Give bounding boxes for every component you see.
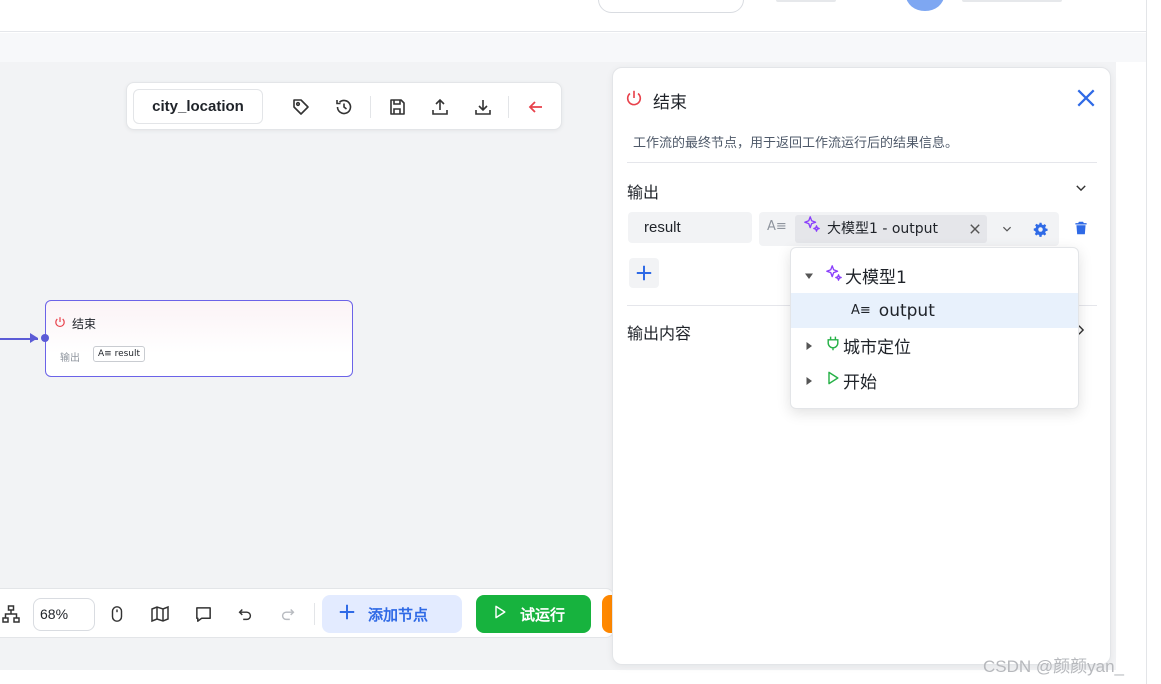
plus-icon	[338, 603, 356, 625]
header-menu-item[interactable]	[776, 0, 836, 2]
layout-tree-icon[interactable]	[0, 603, 22, 625]
save-icon[interactable]	[385, 95, 409, 119]
node-output-chip: A≡ result	[93, 346, 146, 362]
upload-icon[interactable]	[428, 95, 452, 119]
canvas-top-gap	[0, 33, 1146, 62]
tree-item-label: output	[878, 300, 935, 321]
chevron-down-icon[interactable]	[1073, 180, 1089, 196]
top-header	[0, 0, 1146, 32]
tree-item-llm1[interactable]: 大模型1	[791, 258, 1078, 293]
node-header: 结束	[54, 315, 96, 332]
play-icon	[825, 369, 841, 392]
history-icon[interactable]	[332, 95, 356, 119]
download-icon[interactable]	[471, 95, 495, 119]
section-divider	[627, 162, 1097, 163]
play-icon	[492, 604, 508, 624]
sparkles-icon	[803, 215, 821, 243]
toolbar-divider	[370, 96, 371, 118]
watermark: CSDN @颜颜yan_	[983, 657, 1125, 676]
undo-icon[interactable]	[234, 603, 256, 625]
selected-value-label: 大模型1 - output	[827, 221, 939, 237]
edge-arrowhead	[30, 333, 38, 343]
node-output-label: 输出	[60, 353, 80, 364]
node-output-var: result	[114, 349, 141, 359]
close-icon[interactable]	[1073, 85, 1099, 111]
power-icon	[54, 316, 66, 331]
end-node[interactable]: 结束 输出 A≡ result	[45, 300, 353, 377]
test-run-label: 试运行	[520, 605, 566, 624]
variable-tree-dropdown: 大模型1 A≡ output 城市定位 开始	[790, 247, 1079, 409]
text-type-icon: A≡	[851, 303, 871, 318]
text-type-icon: A≡	[767, 219, 787, 234]
add-node-label: 添加节点	[368, 605, 429, 624]
output-section-title[interactable]: 输出	[627, 179, 659, 203]
redo-icon[interactable]	[277, 603, 299, 625]
canvas-bottom-toolbar: 68% 添加节点 试运行	[0, 588, 614, 638]
sparkles-icon	[825, 264, 843, 287]
add-node-button[interactable]: 添加节点	[322, 595, 462, 633]
panel-header: 结束	[625, 88, 687, 113]
header-pill-button[interactable]	[598, 0, 744, 13]
clear-icon[interactable]	[967, 221, 983, 237]
output-variable-name[interactable]: result	[628, 212, 752, 243]
trash-icon[interactable]	[1072, 219, 1090, 237]
tree-item-city-location[interactable]: 城市定位	[791, 328, 1078, 363]
tree-item-label: 大模型1	[845, 268, 907, 288]
input-handle[interactable]	[41, 334, 49, 342]
back-arrow-icon[interactable]	[524, 95, 548, 119]
comment-icon[interactable]	[192, 603, 214, 625]
tree-item-label: 开始	[843, 373, 877, 393]
toolbar-divider	[508, 96, 509, 118]
gear-icon[interactable]	[1031, 220, 1049, 238]
workflow-name[interactable]: city_location	[133, 89, 263, 124]
toolbar-divider	[314, 603, 315, 625]
header-username	[962, 0, 1062, 2]
caret-down-icon[interactable]	[803, 270, 815, 282]
avatar[interactable]	[906, 0, 944, 11]
text-type-icon: A≡	[98, 349, 112, 359]
node-title: 结束	[72, 317, 97, 331]
selected-value-tag: 大模型1 - output	[795, 215, 987, 243]
zoom-level[interactable]: 68%	[33, 598, 95, 631]
window-scrollbar[interactable]	[1146, 0, 1161, 684]
tag-icon[interactable]	[289, 95, 313, 119]
file-toolbar: city_location	[126, 82, 562, 130]
mouse-icon[interactable]	[106, 603, 128, 625]
variable-reference-select[interactable]: A≡ 大模型1 - output	[759, 212, 1059, 246]
caret-right-icon[interactable]	[803, 375, 815, 387]
add-output-button[interactable]	[629, 258, 659, 288]
panel-title: 结束	[653, 93, 687, 113]
power-icon	[625, 89, 643, 112]
panel-description: 工作流的最终节点，用于返回工作流运行后的结果信息。	[633, 136, 959, 151]
output-content-section-title[interactable]: 输出内容	[627, 320, 691, 344]
tree-item-start[interactable]: 开始	[791, 363, 1078, 398]
tree-item-label: 城市定位	[843, 338, 911, 358]
chevron-down-icon[interactable]	[999, 221, 1015, 237]
caret-right-icon[interactable]	[803, 340, 815, 352]
test-run-button[interactable]: 试运行	[476, 595, 591, 633]
tree-item-output[interactable]: A≡ output	[791, 293, 1078, 328]
plug-icon	[825, 334, 841, 357]
minimap-icon[interactable]	[149, 603, 171, 625]
